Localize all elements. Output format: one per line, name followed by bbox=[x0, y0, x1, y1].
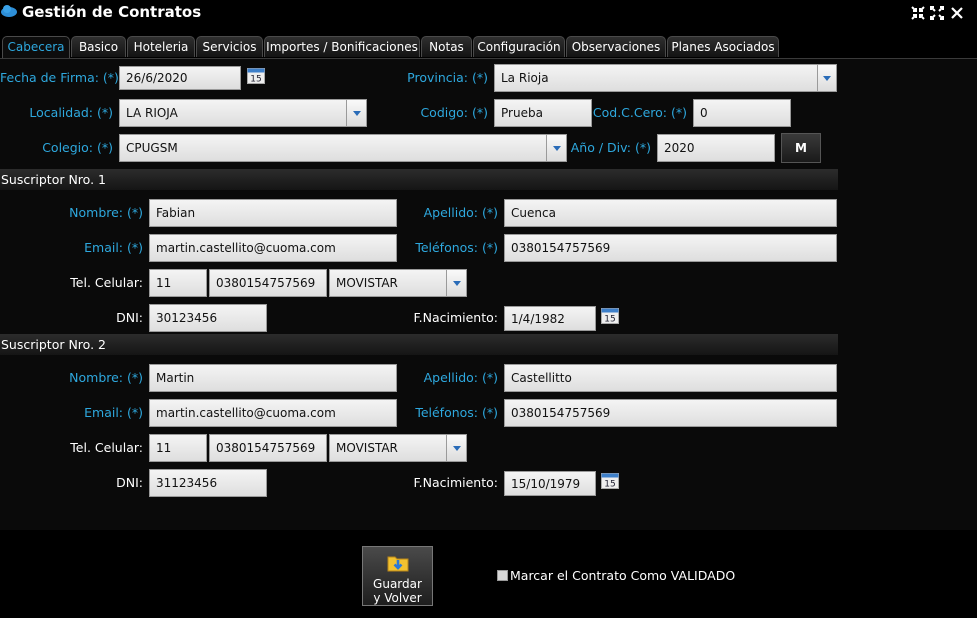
subscriber-1-nacimiento-input[interactable]: 1/4/1982 bbox=[504, 306, 596, 331]
dni-label: DNI: bbox=[116, 310, 143, 325]
cod-c-cero-label: Cod.C.Cero: (*) bbox=[592, 105, 687, 120]
email-label: Email: (*) bbox=[84, 405, 143, 420]
colegio-label: Colegio: (*) bbox=[42, 140, 113, 155]
validate-checkbox-label: Marcar el Contrato Como VALIDADO bbox=[510, 568, 736, 583]
provincia-label: Provincia: (*) bbox=[407, 70, 488, 85]
anio-div-input[interactable]: 2020 bbox=[657, 134, 775, 162]
codigo-label: Codigo: (*) bbox=[420, 105, 488, 120]
localidad-select[interactable]: LA RIOJA bbox=[119, 99, 347, 127]
close-icon[interactable] bbox=[949, 5, 965, 21]
subscriber-2-cel-compania-dropdown-button[interactable] bbox=[446, 434, 467, 462]
shrink-icon[interactable] bbox=[910, 5, 926, 21]
tab-hoteleria[interactable]: Hoteleria bbox=[127, 36, 195, 57]
cloud-icon bbox=[1, 5, 17, 17]
subscriber-1-section-header: Suscriptor Nro. 1 bbox=[0, 169, 838, 190]
subscriber-2-email-input[interactable]: martin.castellito@cuoma.com bbox=[149, 399, 397, 427]
subscriber-2-apellido-input[interactable]: Castellitto bbox=[504, 364, 837, 392]
subscriber-2-cel-numero-input[interactable]: 0380154757569 bbox=[209, 434, 327, 462]
f-nacimiento-label: F.Nacimiento: bbox=[413, 475, 498, 490]
calendar-icon[interactable]: 15 bbox=[247, 67, 265, 84]
provincia-select[interactable]: La Rioja bbox=[494, 64, 818, 92]
subscriber-2-cel-compania-select[interactable]: MOVISTAR bbox=[329, 434, 447, 462]
save-button-label: Guardar y Volver bbox=[373, 577, 422, 605]
subscriber-1-nombre-input[interactable]: Fabian bbox=[149, 199, 397, 227]
tel-celular-label: Tel. Celular: bbox=[70, 275, 143, 290]
localidad-dropdown-button[interactable] bbox=[346, 99, 367, 127]
tab-servicios[interactable]: Servicios bbox=[196, 36, 263, 57]
telefonos-label: Teléfonos: (*) bbox=[415, 405, 498, 420]
tab-notas[interactable]: Notas bbox=[421, 36, 472, 57]
codigo-input[interactable]: Prueba bbox=[494, 99, 592, 127]
calendar-icon[interactable]: 15 bbox=[601, 307, 619, 324]
subscriber-2-cel-area-input[interactable]: 11 bbox=[149, 434, 207, 462]
expand-icon[interactable] bbox=[929, 5, 945, 21]
subscriber-2-section-header: Suscriptor Nro. 2 bbox=[0, 334, 838, 355]
subscriber-1-dni-input[interactable]: 30123456 bbox=[149, 304, 267, 332]
email-label: Email: (*) bbox=[84, 240, 143, 255]
subscriber-1-telefonos-input[interactable]: 0380154757569 bbox=[504, 234, 837, 262]
calendar-icon[interactable]: 15 bbox=[601, 472, 619, 489]
nombre-label: Nombre: (*) bbox=[69, 205, 143, 220]
telefonos-label: Teléfonos: (*) bbox=[415, 240, 498, 255]
subscriber-1-email-input[interactable]: martin.castellito@cuoma.com bbox=[149, 234, 397, 262]
tab-planes-asociados[interactable]: Planes Asociados bbox=[667, 36, 779, 57]
svg-text:15: 15 bbox=[604, 315, 615, 325]
colegio-select[interactable]: CPUGSM bbox=[119, 134, 547, 162]
localidad-label: Localidad: (*) bbox=[29, 105, 113, 120]
subscriber-1-cel-compania-dropdown-button[interactable] bbox=[446, 269, 467, 297]
tab-cabecera[interactable]: Cabecera bbox=[2, 36, 70, 58]
form-panel bbox=[0, 58, 977, 530]
provincia-dropdown-button[interactable] bbox=[817, 64, 837, 92]
fecha-firma-label: Fecha de Firma: (*) bbox=[0, 70, 119, 85]
fecha-firma-input[interactable]: 26/6/2020 bbox=[119, 66, 241, 90]
tel-celular-label: Tel. Celular: bbox=[70, 440, 143, 455]
anio-div-label: Año / Div: (*) bbox=[570, 140, 651, 155]
window-title: Gestión de Contratos bbox=[22, 3, 202, 21]
cod-c-cero-input[interactable]: 0 bbox=[693, 99, 791, 127]
m-button[interactable]: M bbox=[781, 133, 821, 163]
dni-label: DNI: bbox=[116, 475, 143, 490]
subscriber-2-nombre-input[interactable]: Martin bbox=[149, 364, 397, 392]
subscriber-1-cel-area-input[interactable]: 11 bbox=[149, 269, 207, 297]
validate-checkbox[interactable] bbox=[497, 570, 508, 581]
folder-save-icon bbox=[387, 556, 409, 572]
apellido-label: Apellido: (*) bbox=[423, 205, 498, 220]
subscriber-2-nacimiento-input[interactable]: 15/10/1979 bbox=[504, 471, 596, 496]
f-nacimiento-label: F.Nacimiento: bbox=[413, 310, 498, 325]
tab-configuracion[interactable]: Configuración bbox=[473, 36, 565, 57]
svg-text:15: 15 bbox=[604, 480, 615, 490]
subscriber-2-telefonos-input[interactable]: 0380154757569 bbox=[504, 399, 837, 427]
subscriber-1-apellido-input[interactable]: Cuenca bbox=[504, 199, 837, 227]
nombre-label: Nombre: (*) bbox=[69, 370, 143, 385]
tab-basico[interactable]: Basico bbox=[71, 36, 126, 57]
subscriber-1-cel-compania-select[interactable]: MOVISTAR bbox=[329, 269, 447, 297]
svg-text:15: 15 bbox=[250, 75, 261, 85]
subscriber-1-cel-numero-input[interactable]: 0380154757569 bbox=[209, 269, 327, 297]
tab-importes-bonificaciones[interactable]: Importes / Bonificaciones bbox=[264, 36, 420, 57]
save-and-return-button[interactable]: Guardar y Volver bbox=[362, 546, 433, 606]
subscriber-2-dni-input[interactable]: 31123456 bbox=[149, 469, 267, 497]
apellido-label: Apellido: (*) bbox=[423, 370, 498, 385]
tab-observaciones[interactable]: Observaciones bbox=[566, 36, 666, 57]
